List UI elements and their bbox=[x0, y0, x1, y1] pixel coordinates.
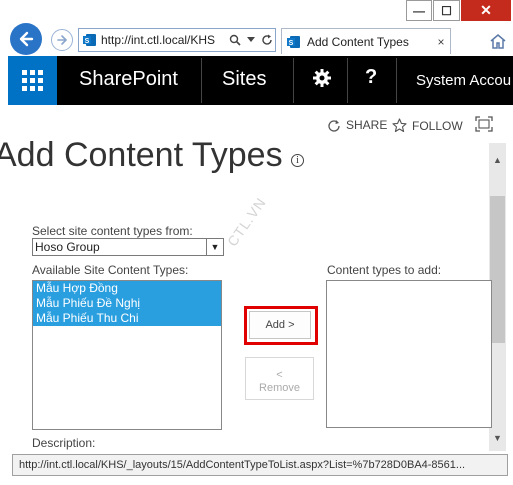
description-label: Description: bbox=[32, 436, 96, 450]
focus-mode-icon[interactable] bbox=[475, 116, 493, 132]
address-bar[interactable]: S http://int.ctl.local/KHS bbox=[78, 28, 276, 52]
suite-divider bbox=[347, 58, 348, 103]
select-value: Hoso Group bbox=[35, 240, 100, 254]
star-icon bbox=[392, 118, 407, 133]
sites-link[interactable]: Sites bbox=[222, 68, 266, 91]
forward-button[interactable] bbox=[51, 29, 73, 51]
tab-close-icon[interactable]: × bbox=[432, 35, 450, 49]
sharepoint-tab-icon: S bbox=[287, 35, 300, 48]
types-to-add-label: Content types to add: bbox=[327, 263, 442, 277]
follow-label: FOLLOW bbox=[412, 118, 463, 133]
dropdown-icon[interactable] bbox=[243, 37, 259, 43]
arrow-left-icon bbox=[19, 31, 34, 47]
account-menu[interactable]: System Accou bbox=[416, 72, 511, 89]
scrollbar-thumb[interactable] bbox=[490, 196, 505, 343]
suite-divider bbox=[396, 58, 397, 103]
content-types-to-add-list[interactable] bbox=[326, 280, 492, 428]
page-title: Add Content Types bbox=[0, 136, 283, 174]
sharepoint-icon: S bbox=[83, 34, 96, 46]
content-type-group-select[interactable]: Hoso Group ▼ bbox=[32, 238, 224, 256]
share-icon bbox=[328, 120, 340, 132]
share-button[interactable]: SHARE bbox=[327, 118, 387, 132]
minimize-button[interactable]: — bbox=[406, 0, 432, 21]
remove-arrow-label: < bbox=[276, 369, 283, 381]
list-item[interactable]: Mẫu Hợp Đồng bbox=[33, 281, 221, 296]
help-icon[interactable]: ? bbox=[365, 66, 377, 89]
arrow-right-icon bbox=[57, 35, 68, 45]
chevron-down-icon[interactable]: ▼ bbox=[206, 239, 223, 255]
selected-options: Mẫu Hợp Đồng Mẫu Phiếu Đề Nghị Mẫu Phiếu… bbox=[33, 281, 221, 326]
refresh-icon[interactable] bbox=[259, 34, 275, 46]
back-button[interactable] bbox=[10, 23, 42, 55]
close-window-button[interactable]: ✕ bbox=[461, 0, 511, 21]
suite-divider bbox=[201, 58, 202, 103]
list-item[interactable]: Mẫu Phiếu Đề Nghị bbox=[33, 296, 221, 311]
search-icon[interactable] bbox=[227, 34, 243, 46]
share-label: SHARE bbox=[346, 118, 388, 132]
gear-icon[interactable] bbox=[312, 68, 332, 88]
available-content-types-list[interactable]: Mẫu Hợp Đồng Mẫu Phiếu Đề Nghị Mẫu Phiếu… bbox=[32, 280, 222, 430]
scroll-up-icon[interactable]: ▲ bbox=[489, 153, 506, 167]
sharepoint-brand[interactable]: SharePoint bbox=[79, 68, 178, 91]
suite-divider bbox=[293, 58, 294, 103]
svg-text:S: S bbox=[85, 38, 90, 45]
available-types-label: Available Site Content Types: bbox=[32, 263, 189, 277]
follow-button[interactable]: FOLLOW bbox=[392, 118, 463, 133]
highlight-box bbox=[244, 306, 318, 345]
watermark: CTL.VN bbox=[224, 194, 270, 250]
app-launcher-icon[interactable] bbox=[8, 56, 57, 105]
window-bottom-edge bbox=[0, 476, 513, 485]
maximize-button[interactable]: ☐ bbox=[433, 0, 460, 21]
home-icon[interactable] bbox=[487, 30, 509, 52]
tab-title: Add Content Types bbox=[307, 34, 409, 49]
new-tab-button[interactable] bbox=[452, 28, 482, 54]
list-item[interactable]: Mẫu Phiếu Thu Chi bbox=[33, 311, 221, 326]
browser-tab[interactable]: S Add Content Types × bbox=[281, 28, 451, 54]
svg-text:S: S bbox=[289, 40, 294, 47]
address-url: http://int.ctl.local/KHS bbox=[101, 33, 216, 47]
remove-button[interactable]: < Remove bbox=[245, 357, 314, 400]
select-from-label: Select site content types from: bbox=[32, 224, 193, 238]
status-bar-url: http://int.ctl.local/KHS/_layouts/15/Add… bbox=[12, 454, 508, 476]
remove-label: Remove bbox=[259, 382, 300, 394]
info-icon[interactable]: i bbox=[291, 154, 304, 167]
scroll-down-icon[interactable]: ▼ bbox=[489, 431, 506, 445]
